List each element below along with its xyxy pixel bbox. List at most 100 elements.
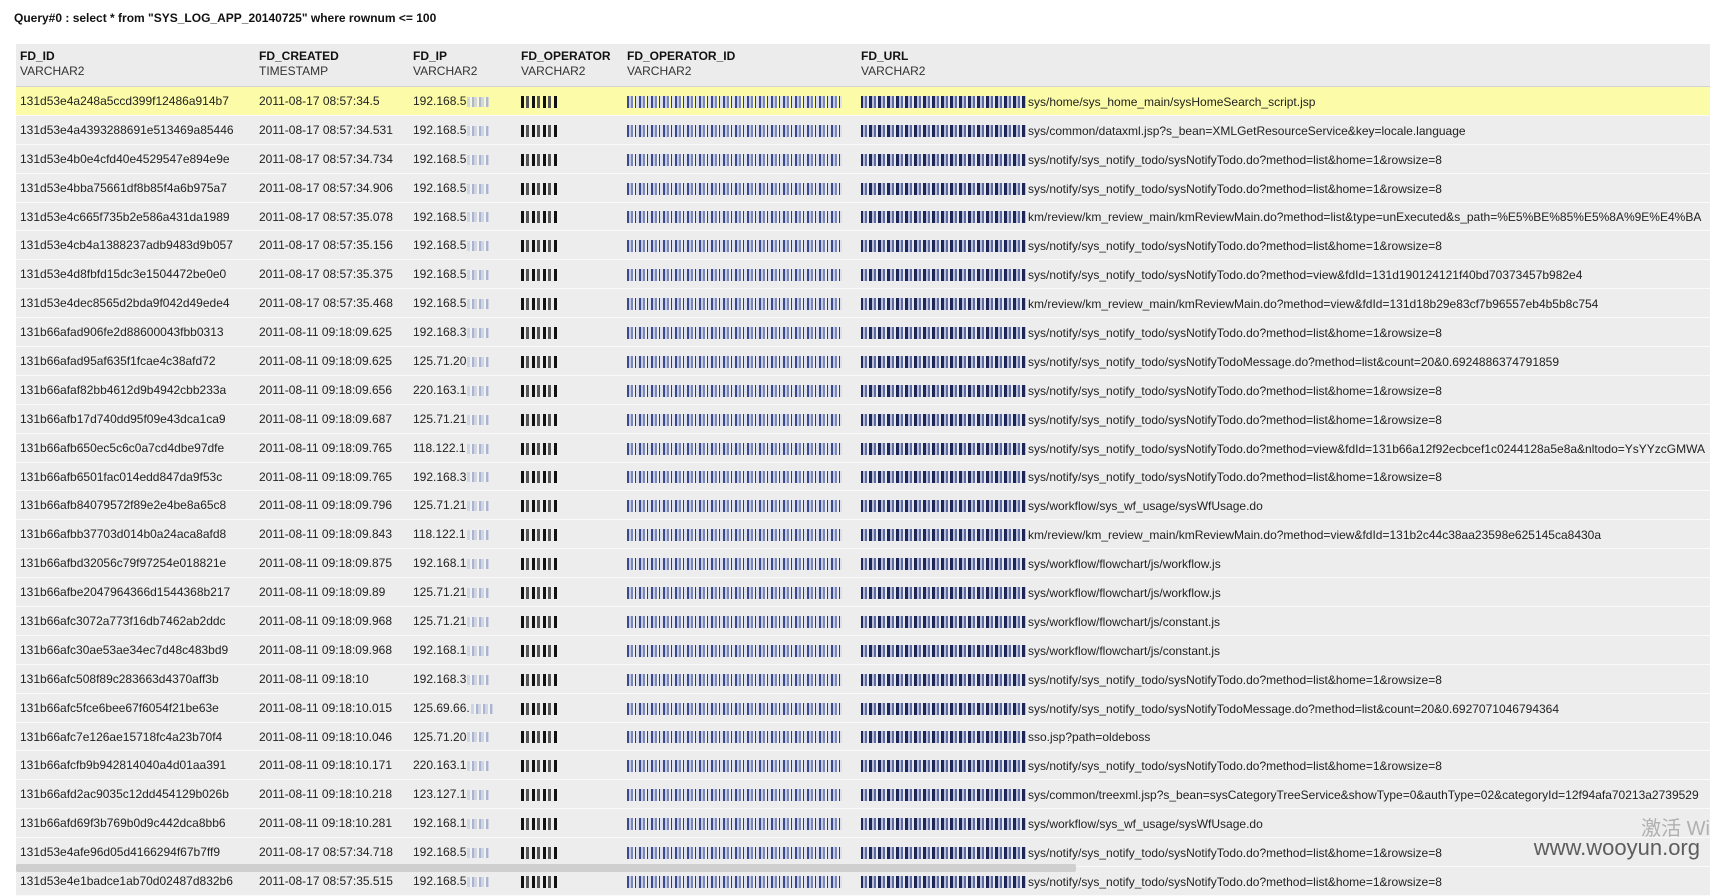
cell-fd-ip: 125.71.21 [413, 614, 490, 628]
redacted-mask [627, 760, 842, 773]
redacted-mask [521, 355, 559, 368]
redacted-mask [861, 471, 1026, 484]
cell-fd-operator [521, 470, 559, 484]
redacted-mask [861, 95, 1026, 108]
redacted-mask [521, 586, 559, 599]
result-grid[interactable]: FD_ID VARCHAR2 FD_CREATED TIMESTAMP FD_IP V… [16, 44, 1710, 896]
cell-fd-id: 131b66afad906fe2d88600043fbb0313 [20, 325, 224, 340]
cell-fd-operator-id [627, 498, 842, 513]
cell-fd-operator-id [627, 701, 842, 715]
redacted-mask [627, 298, 842, 311]
table-row[interactable]: 131b66afc3072a773f16db7462ab2ddc 2011-08-… [16, 607, 1710, 636]
cell-fd-operator [521, 614, 559, 628]
column-header-fd-operator-id[interactable]: FD_OPERATOR_ID VARCHAR2 [627, 49, 735, 79]
column-header-fd-id[interactable]: FD_ID VARCHAR2 [20, 49, 84, 79]
redacted-mask [627, 442, 842, 455]
table-row[interactable]: 131d53e4cb4a1388237adb9483d9b057 2011-08-… [16, 231, 1710, 261]
table-row[interactable]: 131d53e4afe96d05d4166294f67b7ff9 2011-08-… [16, 838, 1710, 868]
redacted-mask [861, 760, 1026, 773]
table-row[interactable]: 131d53e4bba75661df8b85f4a6b975a7 2011-08-… [16, 173, 1710, 203]
cell-fd-url: sys/notify/sys_notify_todo/sysNotifyTodo… [861, 181, 1442, 196]
table-row[interactable]: 131d53e4b0e4cfd40e4529547e894e9e 2011-08-… [16, 144, 1710, 174]
table-row[interactable]: 131b66afc508f89c283663d4370aff3b 2011-08-… [16, 664, 1710, 694]
cell-fd-created: 2011-08-11 09:18:10.046 [259, 729, 393, 744]
redacted-mask [627, 413, 842, 426]
cell-fd-url: sys/common/dataxml.jsp?s_bean=XMLGetReso… [861, 123, 1466, 138]
cell-fd-ip: 125.71.21 [413, 412, 490, 426]
cell-fd-ip: 192.168.1 [413, 643, 490, 657]
redacted-mask [861, 413, 1026, 426]
cell-fd-ip: 125.69.66. [413, 701, 493, 715]
table-row[interactable]: 131d53e4d8fbfd15dc3e1504472be0e0 2011-08-… [16, 260, 1710, 290]
table-row[interactable]: 131b66afd2ac9035c12dd454129b026b 2011-08-… [16, 780, 1710, 810]
redacted-mask [861, 673, 1026, 686]
table-row[interactable]: 131b66afd69f3b769b0d9c442dca8bb6 2011-08-… [16, 809, 1710, 839]
redacted-mask [521, 240, 559, 253]
cell-fd-operator [521, 181, 559, 195]
cell-fd-operator [521, 730, 559, 744]
redacted-mask [627, 731, 842, 744]
cell-fd-url: sys/workflow/flowchart/js/workflow.js [861, 556, 1221, 571]
column-header-fd-ip[interactable]: FD_IP VARCHAR2 [413, 49, 477, 79]
cell-fd-ip: 192.168.1 [413, 556, 490, 570]
table-row[interactable]: 131b66afb6501fac014edd847da9f53c 2011-08-… [16, 462, 1710, 492]
table-row[interactable]: 131b66afb84079572f89e2e4be8a65c8 2011-08-… [16, 491, 1710, 521]
cell-fd-id: 131d53e4a4393288691e513469a85446 [20, 122, 234, 137]
table-row[interactable]: 131b66afc5fce6bee67f6054f21be63e 2011-08-… [16, 693, 1710, 723]
redacted-mask [521, 846, 559, 859]
redacted-mask [467, 154, 490, 165]
table-row[interactable]: 131b66afb650ec5c6c0a7cd4dbe97dfe 2011-08-… [16, 433, 1710, 463]
cell-fd-ip: 192.168.3 [413, 470, 490, 484]
table-row[interactable]: 131d53e4a248a5ccd399f12486a914b7 2011-08-… [16, 87, 1710, 116]
table-row[interactable]: 131b66afbb37703d014b0a24aca8afd8 2011-08-… [16, 520, 1710, 550]
redacted-mask [467, 674, 490, 685]
column-header-fd-created[interactable]: FD_CREATED TIMESTAMP [259, 49, 339, 79]
redacted-mask [467, 790, 490, 801]
cell-fd-created: 2011-08-11 09:18:09.625 [259, 354, 393, 369]
column-header-fd-operator[interactable]: FD_OPERATOR VARCHAR2 [521, 49, 611, 79]
table-row[interactable]: 131b66afaf82bb4612d9b4942cbb233a 2011-08-… [16, 375, 1710, 405]
redacted-mask [467, 414, 490, 425]
cell-fd-operator-id [627, 383, 842, 397]
cell-fd-url: sys/workflow/flowchart/js/workflow.js [861, 585, 1221, 600]
table-row[interactable]: 131b66afcfb9b942814040a4d01aa391 2011-08-… [16, 751, 1710, 781]
table-row[interactable]: 131b66afbd32056c79f97254e018821e 2011-08-… [16, 549, 1710, 579]
cell-fd-url: sys/workflow/flowchart/js/constant.js [861, 643, 1220, 658]
table-row[interactable]: 131b66afb17d740dd95f09e43dca1ca9 2011-08-… [16, 404, 1710, 434]
redacted-mask [861, 586, 1026, 599]
redacted-mask [521, 702, 559, 715]
cell-fd-ip: 192.168.5 [413, 152, 490, 166]
cell-fd-id: 131d53e4d8fbfd15dc3e1504472be0e0 [20, 267, 227, 282]
redacted-mask [470, 703, 493, 714]
redacted-mask [861, 384, 1026, 397]
redacted-mask [467, 356, 490, 367]
column-header-fd-url[interactable]: FD_URL VARCHAR2 [861, 49, 925, 79]
cell-fd-created: 2011-08-11 09:18:09.765 [259, 440, 393, 455]
horizontal-scrollbar[interactable] [16, 864, 1076, 872]
redacted-mask [521, 615, 559, 628]
redacted-mask [861, 442, 1026, 455]
cell-fd-ip: 192.168.5 [413, 181, 490, 195]
cell-fd-operator [521, 585, 559, 599]
table-row[interactable]: 131d53e4dec8565d2bda9f042d49ede4 2011-08-… [16, 289, 1710, 319]
cell-fd-id: 131b66afb17d740dd95f09e43dca1ca9 [20, 411, 226, 426]
cell-fd-ip: 192.168.3 [413, 672, 490, 686]
table-row[interactable]: 131b66afc30ae53ae34ec7d48c483bd9 2011-08-… [16, 635, 1710, 665]
cell-fd-operator [521, 94, 559, 108]
table-row[interactable]: 131b66afc7e126ae15718fc4a23b70f4 2011-08-… [16, 722, 1710, 752]
table-row[interactable]: 131b66afad906fe2d88600043fbb0313 2011-08-… [16, 318, 1710, 348]
redacted-mask [467, 645, 490, 656]
cell-fd-url: sys/home/sys_home_main/sysHomeSearch_scr… [861, 94, 1315, 109]
table-row[interactable]: 131d53e4c665f735b2e586a431da1989 2011-08-… [16, 202, 1710, 232]
cell-fd-operator [521, 498, 559, 513]
cell-fd-operator-id [627, 181, 842, 195]
redacted-mask [627, 124, 842, 137]
redacted-mask [467, 385, 490, 396]
cell-fd-url: sys/workflow/sys_wf_usage/sysWfUsage.do [861, 816, 1263, 831]
cell-fd-url: sys/common/treexml.jsp?s_bean=sysCategor… [861, 787, 1699, 802]
table-row[interactable]: 131b66afbe2047964366d1544368b217 2011-08-… [16, 578, 1710, 608]
table-row[interactable]: 131b66afad95af635f1fcae4c38afd72 2011-08-… [16, 347, 1710, 376]
cell-fd-operator [521, 123, 559, 137]
table-row[interactable]: 131d53e4a4393288691e513469a85446 2011-08-… [16, 115, 1710, 145]
cell-fd-operator [521, 874, 559, 888]
